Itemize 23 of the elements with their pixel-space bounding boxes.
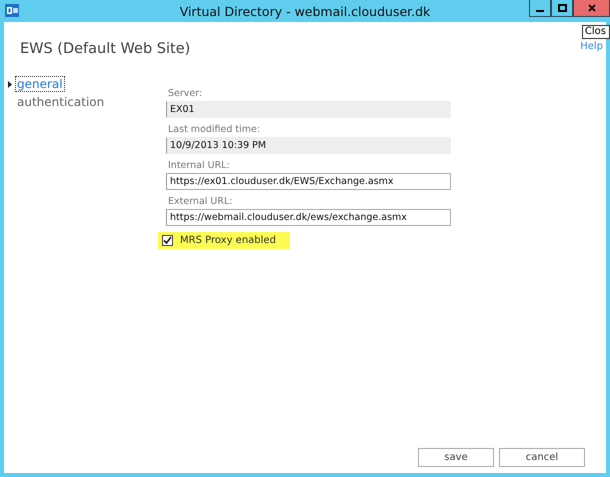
checkbox[interactable] (162, 235, 173, 246)
tooltip: Clos (582, 25, 610, 39)
field-label: Server: (168, 88, 204, 99)
close-icon (588, 4, 596, 12)
maximize-icon (558, 4, 566, 12)
text-field[interactable]: https://webmail.clouduser.dk/ews/exchange.asmx (166, 209, 451, 226)
mail-app-icon (5, 4, 19, 17)
text-field[interactable]: https://ex01.clouduser.dk/EWS/Exchange.asmx (166, 173, 451, 190)
nav-item[interactable]: authentication (16, 95, 106, 109)
window-title: Virtual Directory - webmail.clouduser.dk (178, 4, 432, 18)
page-heading: EWS (Default Web Site) (20, 41, 190, 57)
nav-item[interactable]: general (16, 77, 64, 91)
checkbox-label: MRS Proxy enabled (180, 235, 276, 246)
field-label: Internal URL: (168, 160, 231, 171)
maximize-button[interactable] (551, 0, 573, 17)
cancel-button[interactable]: cancel (499, 448, 585, 467)
field-label: Last modified time: (168, 124, 262, 135)
minimize-button[interactable] (529, 0, 551, 17)
arrow-icon (8, 80, 12, 88)
help-link[interactable]: Help (580, 41, 603, 52)
close-button[interactable] (573, 0, 610, 17)
field-label: External URL: (168, 196, 234, 207)
save-button[interactable]: save (418, 448, 494, 467)
